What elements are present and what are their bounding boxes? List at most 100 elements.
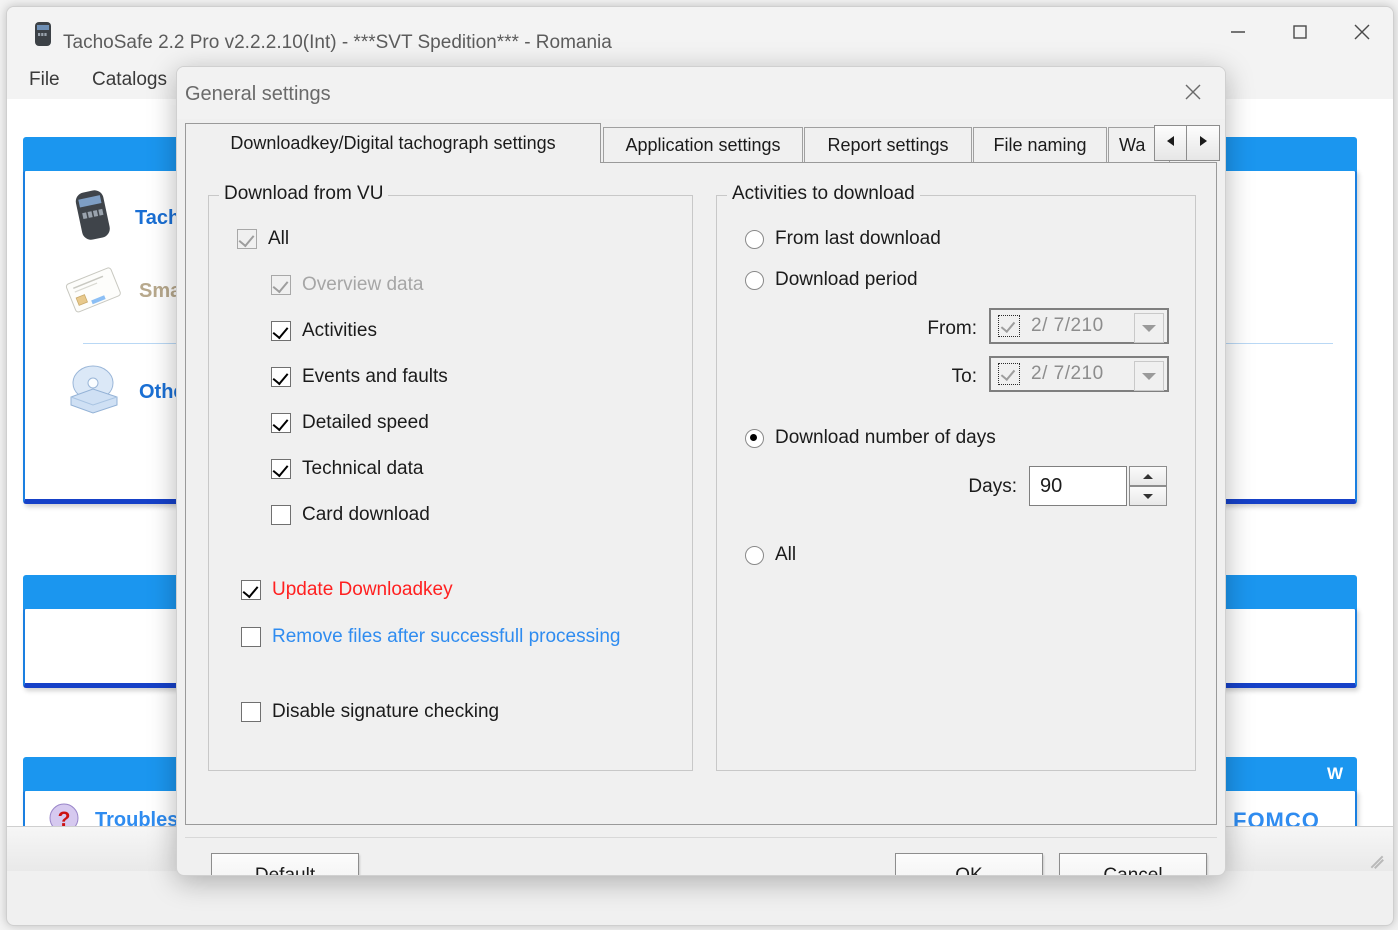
group-activities-to-download: Activities to download From last downloa… <box>716 183 1196 771</box>
disc-drive-icon <box>61 361 125 424</box>
checkbox-row-events-and-faults[interactable]: Events and faults <box>271 366 448 388</box>
date-from-value: 2/ 7/210 <box>1031 315 1104 336</box>
checkbox-all[interactable] <box>237 229 257 249</box>
radio-from-last-download[interactable] <box>745 229 764 249</box>
tab-label: File naming <box>993 135 1087 155</box>
checkbox-update-downloadkey[interactable] <box>241 580 261 600</box>
date-field-to[interactable]: 2/ 7/210 <box>989 356 1169 392</box>
label-to: To: <box>951 366 977 387</box>
tab-label: Wa <box>1119 135 1146 155</box>
maximize-button[interactable] <box>1269 7 1331 57</box>
tab-label: Downloadkey/Digital tachograph settings <box>230 133 556 153</box>
checkbox-label-disable-signature-checking: Disable signature checking <box>272 701 500 722</box>
checkbox-row-disable-signature-checking[interactable]: Disable signature checking <box>241 701 499 723</box>
checkbox-label-remove-files: Remove files after successfull processin… <box>272 626 621 647</box>
dialog-footer-separator <box>185 837 1217 838</box>
label-from: From: <box>927 318 977 339</box>
checkbox-label-overview-data: Overview data <box>302 274 424 295</box>
checkbox-row-remove-files[interactable]: Remove files after successfull processin… <box>241 626 620 648</box>
dialog-close-icon[interactable] <box>1167 67 1219 117</box>
tab-report-settings[interactable]: Report settings <box>804 127 972 163</box>
radio-row-download-period[interactable]: Download period <box>745 269 918 291</box>
radio-all-activities[interactable] <box>745 545 764 565</box>
window-title: TachoSafe 2.2 Pro v2.2.2.10(Int) - ***SV… <box>63 32 612 53</box>
tab-file-naming[interactable]: File naming <box>973 127 1107 163</box>
radio-row-from-last-download[interactable]: From last download <box>745 228 941 250</box>
date-to-dropdown-button[interactable] <box>1134 361 1164 391</box>
date-to-enable-checkbox[interactable] <box>998 363 1020 385</box>
checkbox-label-detailed-speed: Detailed speed <box>302 412 429 433</box>
checkbox-row-all[interactable]: All <box>237 228 289 250</box>
group-title-download-from-vu: Download from VU <box>219 183 389 205</box>
days-input[interactable]: 90 <box>1029 466 1127 506</box>
checkbox-label-activities: Activities <box>302 320 377 341</box>
dialog-title: General settings <box>185 83 331 105</box>
days-stepper-up[interactable] <box>1129 466 1167 486</box>
tab-scroll-left-button[interactable] <box>1154 125 1188 161</box>
chevron-left-icon <box>1165 134 1177 153</box>
tab-label: Application settings <box>625 135 781 155</box>
date-field-from[interactable]: 2/ 7/210 <box>989 308 1169 344</box>
app-icon <box>33 21 53 47</box>
checkbox-label-all: All <box>268 228 290 249</box>
default-button[interactable]: Default <box>211 853 359 876</box>
close-button[interactable] <box>1331 7 1393 57</box>
checkbox-row-card-download[interactable]: Card download <box>271 504 430 526</box>
date-to-value: 2/ 7/210 <box>1031 363 1104 384</box>
checkbox-remove-files-after-processing[interactable] <box>241 627 261 647</box>
smartcard-icon <box>61 261 125 322</box>
label-days: Days: <box>968 476 1017 497</box>
checkbox-row-technical-data[interactable]: Technical data <box>271 458 423 480</box>
checkbox-events-and-faults[interactable] <box>271 367 291 387</box>
checkbox-card-download[interactable] <box>271 505 291 525</box>
tab-page-downloadkey-settings: Download from VU All Overview data Activ… <box>185 163 1217 825</box>
radio-row-all-activities[interactable]: All <box>745 544 796 566</box>
checkbox-row-activities[interactable]: Activities <box>271 320 377 342</box>
checkbox-technical-data[interactable] <box>271 459 291 479</box>
checkbox-label-update-downloadkey: Update Downloadkey <box>272 579 453 600</box>
checkbox-label-events-and-faults: Events and faults <box>302 366 448 387</box>
radio-download-number-of-days[interactable] <box>745 428 764 448</box>
checkbox-detailed-speed[interactable] <box>271 413 291 433</box>
radio-row-download-number-of-days[interactable]: Download number of days <box>745 427 996 449</box>
checkbox-label-technical-data: Technical data <box>302 458 424 479</box>
tab-scroll-right-button[interactable] <box>1186 125 1220 161</box>
tools-panel-header-label: W <box>1326 764 1343 783</box>
days-stepper-down[interactable] <box>1129 486 1167 506</box>
resize-grip[interactable] <box>1369 849 1385 869</box>
date-from-dropdown-button[interactable] <box>1134 313 1164 343</box>
checkbox-row-overview-data: Overview data <box>271 274 423 296</box>
checkbox-overview-data <box>271 275 291 295</box>
tab-label: Report settings <box>827 135 949 155</box>
tab-application-settings[interactable]: Application settings <box>603 127 803 163</box>
settings-tabstrip: Downloadkey/Digital tachograph settings … <box>185 123 1220 163</box>
radio-label-download-period: Download period <box>775 269 918 290</box>
group-title-activities-to-download: Activities to download <box>727 183 920 205</box>
downloadkey-icon <box>65 187 121 250</box>
default-button-label: Default <box>254 865 316 876</box>
checkbox-row-update-downloadkey[interactable]: Update Downloadkey <box>241 579 453 601</box>
window-titlebar: TachoSafe 2.2 Pro v2.2.2.10(Int) - ***SV… <box>7 7 1393 60</box>
menu-item-catalogs[interactable]: Catalogs <box>92 69 167 91</box>
checkbox-row-detailed-speed[interactable]: Detailed speed <box>271 412 429 434</box>
menu-item-file[interactable]: File <box>29 69 60 91</box>
tab-downloadkey-digital-tachograph-settings[interactable]: Downloadkey/Digital tachograph settings <box>185 123 601 163</box>
ok-button[interactable]: OK <box>895 853 1043 876</box>
checkbox-activities[interactable] <box>271 321 291 341</box>
date-from-enable-checkbox[interactable] <box>998 315 1020 337</box>
ok-button-label: OK <box>955 865 983 876</box>
checkbox-label-card-download: Card download <box>302 504 430 525</box>
checkbox-disable-signature-checking[interactable] <box>241 702 261 722</box>
radio-label-from-last-download: From last download <box>775 228 941 249</box>
cancel-button-label: Cancel <box>1103 865 1163 876</box>
radio-label-download-number-of-days: Download number of days <box>775 427 996 448</box>
dialog-titlebar: General settings <box>177 67 1225 119</box>
cancel-button[interactable]: Cancel <box>1059 853 1207 876</box>
radio-label-all-activities: All <box>775 544 797 565</box>
radio-download-period[interactable] <box>745 270 764 290</box>
minimize-button[interactable] <box>1207 7 1269 57</box>
group-download-from-vu: Download from VU All Overview data Activ… <box>208 183 693 771</box>
days-value: 90 <box>1040 474 1063 497</box>
general-settings-dialog: General settings Downloadkey/Digital tac… <box>176 66 1226 876</box>
days-stepper[interactable] <box>1129 466 1167 506</box>
